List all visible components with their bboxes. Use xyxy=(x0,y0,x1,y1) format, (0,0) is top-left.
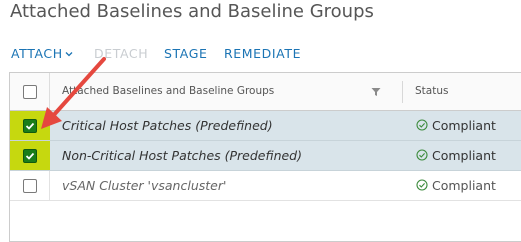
remediate-button[interactable]: REMEDIATE xyxy=(224,46,301,61)
check-circle-icon xyxy=(416,149,428,161)
column-divider[interactable] xyxy=(402,81,403,103)
baselines-grid: Attached Baselines and Baseline Groups S… xyxy=(9,72,521,242)
check-circle-icon xyxy=(416,119,428,131)
grid-header: Attached Baselines and Baseline Groups S… xyxy=(10,73,521,111)
table-row[interactable]: vSAN Cluster 'vsancluster' Compliant xyxy=(10,171,521,201)
column-header-status[interactable]: Status xyxy=(415,85,448,97)
attach-label: ATTACH xyxy=(11,46,63,61)
row-select-cell xyxy=(10,171,50,200)
select-all-checkbox[interactable] xyxy=(23,85,37,99)
stage-button[interactable]: STAGE xyxy=(164,46,208,61)
select-all-cell xyxy=(10,73,50,110)
filter-icon[interactable] xyxy=(371,87,381,97)
status-cell: Compliant xyxy=(416,178,496,193)
check-circle-icon xyxy=(416,179,428,191)
checkmark-icon xyxy=(25,122,35,130)
chevron-down-icon xyxy=(65,52,73,57)
detach-button[interactable]: DETACH xyxy=(94,46,148,61)
status-cell: Compliant xyxy=(416,118,496,133)
row-checkbox[interactable] xyxy=(23,149,37,163)
column-header-name[interactable]: Attached Baselines and Baseline Groups xyxy=(62,85,274,97)
row-select-cell xyxy=(10,141,50,170)
row-select-cell xyxy=(10,111,50,140)
baseline-name[interactable]: Critical Host Patches (Predefined) xyxy=(62,118,273,133)
status-cell: Compliant xyxy=(416,148,496,163)
attach-button[interactable]: ATTACH xyxy=(11,46,73,61)
page-title: Attached Baselines and Baseline Groups xyxy=(10,1,374,22)
status-text: Compliant xyxy=(432,178,496,193)
row-checkbox[interactable] xyxy=(23,119,37,133)
checkmark-icon xyxy=(25,152,35,160)
baseline-name[interactable]: vSAN Cluster 'vsancluster' xyxy=(62,178,226,193)
table-row[interactable]: Critical Host Patches (Predefined) Compl… xyxy=(10,111,521,141)
status-text: Compliant xyxy=(432,148,496,163)
table-row[interactable]: Non-Critical Host Patches (Predefined) C… xyxy=(10,141,521,171)
row-checkbox[interactable] xyxy=(23,179,37,193)
status-text: Compliant xyxy=(432,118,496,133)
baseline-name[interactable]: Non-Critical Host Patches (Predefined) xyxy=(62,148,302,163)
